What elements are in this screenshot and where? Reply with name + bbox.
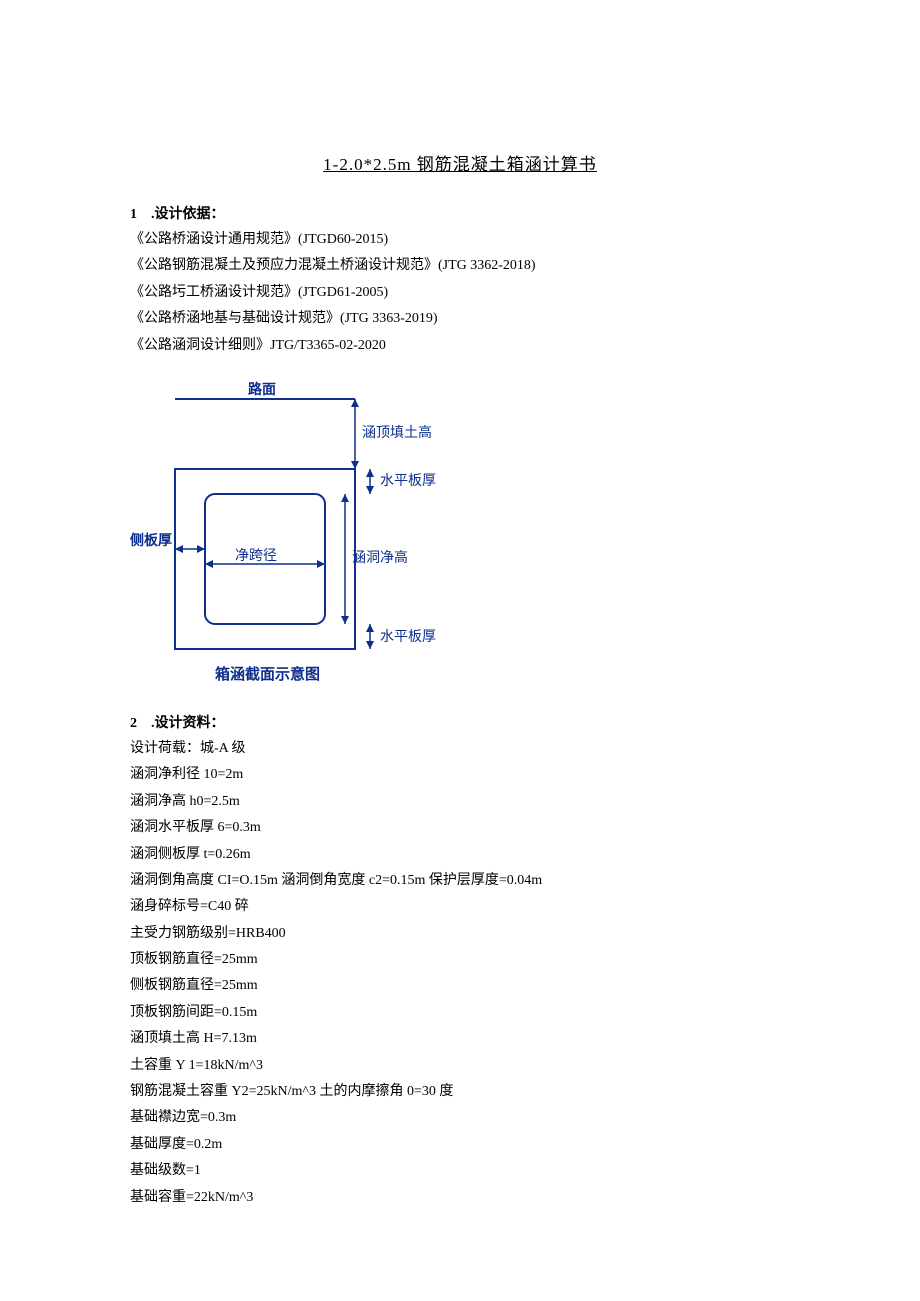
design-data-item: 基础容重=22kN/m^3 — [130, 1187, 790, 1209]
design-data-item: 涵顶填土高 H=7.13m — [130, 1028, 790, 1050]
design-data-item: 涵洞倒角高度 CI=O.15m 涵洞倒角宽度 c2=0.15m 保护层厚度=0.… — [130, 870, 790, 892]
label-bottom-slab-thickness: 水平板厚 — [380, 629, 436, 645]
design-data-item: 涵洞水平板厚 6=0.3m — [130, 817, 790, 839]
ref-item: 《公路桥涵设计通用规范》(JTGD60-2015) — [130, 229, 790, 251]
document-page: 1-2.0*2.5m 钢筋混凝土箱涵计算书 1 .设计依据： 《公路桥涵设计通用规… — [0, 0, 920, 1293]
design-data-item: 侧板钢筋直径=25mm — [130, 975, 790, 997]
diagram-caption: 箱涵截面示意图 — [215, 665, 320, 683]
design-data-item: 基础级数=1 — [130, 1160, 790, 1182]
design-data-item: 基础襟边宽=0.3m — [130, 1107, 790, 1129]
ref-item: 《公路钢筋混凝土及预应力混凝土桥涵设计规范》(JTG 3362-2018) — [130, 255, 790, 277]
design-data-item: 钢筋混凝土容重 Y2=25kN/m^3 土的内摩擦角 0=30 度 — [130, 1081, 790, 1103]
design-data-item: 设计荷载：城-A 级 — [130, 738, 790, 760]
design-data-item: 土容重 Y 1=18kN/m^3 — [130, 1055, 790, 1077]
label-side-slab-thickness: 侧板厚 — [130, 532, 172, 549]
design-data-item: 主受力钢筋级别=HRB400 — [130, 923, 790, 945]
ref-item: 《公路桥涵地基与基础设计规范》(JTG 3363-2019) — [130, 308, 790, 330]
design-data-item: 涵洞净利径 10=2m — [130, 764, 790, 786]
section2-label: .设计资料： — [151, 716, 225, 731]
section1-label: .设计依据： — [151, 207, 225, 222]
design-data-item: 顶板钢筋间距=0.15m — [130, 1002, 790, 1024]
design-data-item: 顶板钢筋直径=25mm — [130, 949, 790, 971]
design-data-item: 涵洞净高 h0=2.5m — [130, 791, 790, 813]
section1-references: 《公路桥涵设计通用规范》(JTGD60-2015) 《公路钢筋混凝土及预应力混凝… — [130, 229, 790, 357]
label-net-span: 净跨径 — [235, 548, 277, 564]
cross-section-diagram: 路面 涵顶填土高 水平板厚 侧板厚 净跨径 涵洞净高 水平板厚 箱涵截面示意图 — [130, 379, 790, 694]
ref-item: 《公路涵洞设计细则》JTG/T3365-02-2020 — [130, 335, 790, 357]
section2-items: 设计荷载：城-A 级 涵洞净利径 10=2m 涵洞净高 h0=2.5m 涵洞水平… — [130, 738, 790, 1209]
label-net-height: 涵洞净高 — [352, 549, 408, 566]
label-fill-height: 涵顶填土高 — [362, 424, 432, 441]
label-road-surface: 路面 — [248, 381, 276, 398]
section1-heading: 1 .设计依据： — [130, 203, 790, 223]
ref-item: 《公路圬工桥涵设计规范》(JTGD61-2005) — [130, 282, 790, 304]
design-data-item: 涵身碎标号=C40 碎 — [130, 896, 790, 918]
document-title: 1-2.0*2.5m 钢筋混凝土箱涵计算书 — [130, 150, 790, 175]
culvert-svg-icon: 路面 涵顶填土高 水平板厚 侧板厚 净跨径 涵洞净高 水平板厚 箱涵截面示意图 — [130, 379, 470, 689]
section2-num: 2 — [130, 716, 137, 732]
section1-num: 1 — [130, 207, 137, 223]
label-top-slab-thickness: 水平板厚 — [380, 473, 436, 489]
design-data-item: 涵洞侧板厚 t=0.26m — [130, 844, 790, 866]
design-data-item: 基础厚度=0.2m — [130, 1134, 790, 1156]
section2-heading: 2 .设计资料： — [130, 712, 790, 732]
